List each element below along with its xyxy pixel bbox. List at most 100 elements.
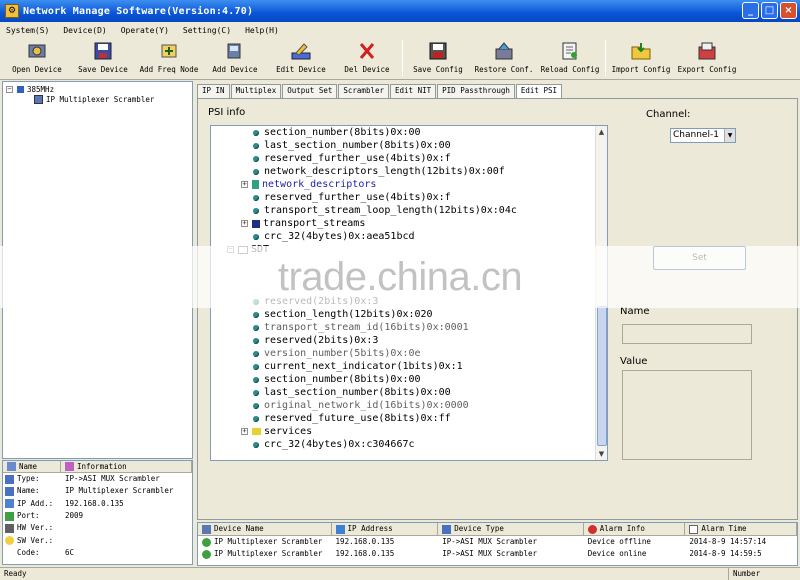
scroll-down-arrow-icon[interactable]: ▼ — [596, 448, 607, 460]
menu-system[interactable]: System(S) — [6, 26, 49, 35]
expand-icon[interactable]: + — [241, 220, 248, 227]
import-config-button[interactable]: Import Config — [608, 38, 674, 78]
psi-node[interactable]: section_length(12bits)0x:020 — [253, 309, 433, 320]
psi-node[interactable]: reserved_future_use(8bits)0x:ff — [253, 413, 451, 424]
col-device-type[interactable]: Device Type — [438, 523, 584, 535]
psi-node[interactable]: crc_32(4bytes)0x:aea51bcd — [253, 231, 415, 242]
psi-node[interactable]: version_number(5bits)0x:0e — [253, 348, 421, 359]
psi-node[interactable]: reserved(2bits)0x:3 — [253, 296, 378, 307]
col-alarm-info[interactable]: Alarm Info — [584, 523, 686, 535]
leaf-icon — [253, 311, 259, 318]
menu-operate[interactable]: Operate(Y) — [121, 26, 169, 35]
psi-node-services[interactable]: + services — [241, 426, 312, 437]
set-button[interactable]: Set — [653, 246, 746, 270]
scroll-thumb[interactable] — [597, 306, 607, 446]
close-button[interactable]: × — [780, 2, 797, 19]
psi-tree[interactable]: section_number(8bits)0x:00 last_section_… — [210, 125, 608, 461]
psi-node[interactable]: reserved(2bits)0x:3 — [253, 335, 378, 346]
reload-config-button[interactable]: Reload Config — [537, 38, 603, 78]
psi-scrollbar[interactable]: ▲ ▼ — [595, 126, 607, 460]
tab-scrambler[interactable]: Scrambler — [338, 84, 390, 98]
export-config-button[interactable]: Export Config — [674, 38, 740, 78]
add-freq-node-button[interactable]: Add Freq Node — [136, 38, 202, 78]
psi-node[interactable]: reserved_further_use(4bits)0x:f — [253, 192, 451, 203]
info-col-icon — [65, 462, 74, 471]
tab-multiplex[interactable]: Multiplex — [230, 84, 282, 98]
psi-node[interactable]: section_number(8bits)0x:00 — [253, 374, 421, 385]
col-ip-address[interactable]: IP Address — [332, 523, 439, 535]
psi-node-transport-streams[interactable]: + transport_streams — [241, 218, 365, 229]
scroll-up-arrow-icon[interactable]: ▲ — [596, 126, 607, 138]
import-config-icon — [629, 40, 653, 62]
tab-edit-psi[interactable]: Edit PSI — [515, 84, 562, 99]
info-row-name: Name: IP Multiplexer Scrambler — [3, 485, 192, 497]
tab-strip: IP IN Multiplex Output Set Scrambler Edi… — [197, 84, 563, 99]
menu-help[interactable]: Help(H) — [245, 26, 279, 35]
psi-node[interactable]: original_network_id(16bits)0x:0000 — [253, 400, 469, 411]
col-alarm-time[interactable]: Alarm Time — [685, 523, 797, 535]
psi-node[interactable]: network_descriptors_length(12bits)0x:00f — [253, 166, 505, 177]
tab-pid-passthrough[interactable]: PID Passthrough — [437, 84, 515, 98]
tab-ip-in[interactable]: IP IN — [197, 84, 230, 98]
name-field[interactable] — [622, 324, 752, 344]
col-device-name[interactable]: Device Name — [198, 523, 332, 535]
edit-device-button[interactable]: Edit Device — [268, 38, 334, 78]
collapse-icon[interactable]: − — [6, 86, 13, 93]
table-row[interactable]: IP Multiplexer Scrambler 192.168.0.135 I… — [198, 536, 797, 548]
expand-icon[interactable]: + — [241, 428, 248, 435]
info-col-name[interactable]: Name — [3, 461, 61, 472]
open-device-label: Open Device — [12, 65, 62, 74]
psi-node[interactable]: last_section_number(8bits)0x:00 — [253, 387, 451, 398]
table-row[interactable]: IP Multiplexer Scrambler 192.168.0.135 I… — [198, 548, 797, 560]
device-icon — [202, 524, 211, 534]
minimize-button[interactable]: _ — [742, 2, 759, 19]
status-text: Ready — [4, 569, 27, 578]
psi-node[interactable]: section_number(8bits)0x:00 — [253, 127, 421, 138]
psi-node[interactable]: current_next_indicator(1bits)0x:1 — [253, 361, 463, 372]
tab-output-set[interactable]: Output Set — [282, 84, 338, 98]
device-alarm-list[interactable]: Device Name IP Address Device Type Alarm… — [197, 522, 798, 566]
status-icon — [202, 537, 211, 547]
del-device-button[interactable]: Del Device — [334, 38, 400, 78]
menu-device[interactable]: Device(D) — [63, 26, 106, 35]
open-device-button[interactable]: Open Device — [4, 38, 70, 78]
device-icon — [34, 95, 43, 104]
value-field[interactable] — [622, 370, 752, 460]
info-col-information[interactable]: Information — [61, 461, 192, 472]
title-bar[interactable]: ⚙ Network Manage Software(Version:4.70) … — [0, 0, 800, 22]
menu-setting[interactable]: Setting(C) — [183, 26, 231, 35]
psi-node[interactable]: transport_stream_loop_length(12bits)0x:0… — [253, 205, 517, 216]
app-window: ⚙ Network Manage Software(Version:4.70) … — [0, 0, 800, 580]
info-row-port: Port: 2009 — [3, 510, 192, 522]
expand-icon[interactable]: + — [241, 181, 248, 188]
save-device-button[interactable]: Save Device — [70, 38, 136, 78]
alarm-icon — [587, 524, 597, 534]
tree-device-node[interactable]: IP Multiplexer Scrambler — [34, 95, 154, 104]
add-device-button[interactable]: Add Device — [202, 38, 268, 78]
psi-node[interactable]: last_section_number(8bits)0x:00 — [253, 140, 451, 151]
psi-node[interactable]: transport_stream_id(16bits)0x:0001 — [253, 322, 469, 333]
maximize-button[interactable]: □ — [761, 2, 778, 19]
psi-node-network-descriptors[interactable]: + network_descriptors — [241, 179, 376, 190]
psi-node[interactable]: crc_32(4bytes)0x:c304667c — [253, 439, 415, 450]
name-col-icon — [7, 462, 16, 471]
tree-root-node[interactable]: − 385MHz — [6, 85, 54, 94]
reload-config-label: Reload Config — [540, 65, 600, 74]
leaf-icon — [253, 194, 259, 201]
del-device-label: Del Device — [344, 65, 390, 74]
tab-edit-nit[interactable]: Edit NIT — [390, 84, 437, 98]
name-icon — [5, 486, 14, 496]
status-number: Number — [728, 568, 768, 580]
collapse-icon[interactable]: − — [227, 246, 234, 253]
restore-conf-button[interactable]: Restore Conf. — [471, 38, 537, 78]
psi-node-sdt[interactable]: − SDT — [227, 244, 269, 255]
save-config-button[interactable]: Save Config — [405, 38, 471, 78]
add-device-label: Add Device — [212, 65, 258, 74]
device-info-table: Name Information Type: IP->ASI MUX Scram… — [2, 460, 193, 565]
tree-root-label: 385MHz — [27, 85, 55, 94]
device-tree[interactable]: − 385MHz IP Multiplexer Scrambler — [2, 81, 193, 459]
type-icon — [442, 524, 452, 534]
channel-select[interactable]: Channel-1 ▼ — [670, 128, 736, 143]
chevron-down-icon[interactable]: ▼ — [724, 129, 735, 142]
psi-node[interactable]: reserved_further_use(4bits)0x:f — [253, 153, 451, 164]
